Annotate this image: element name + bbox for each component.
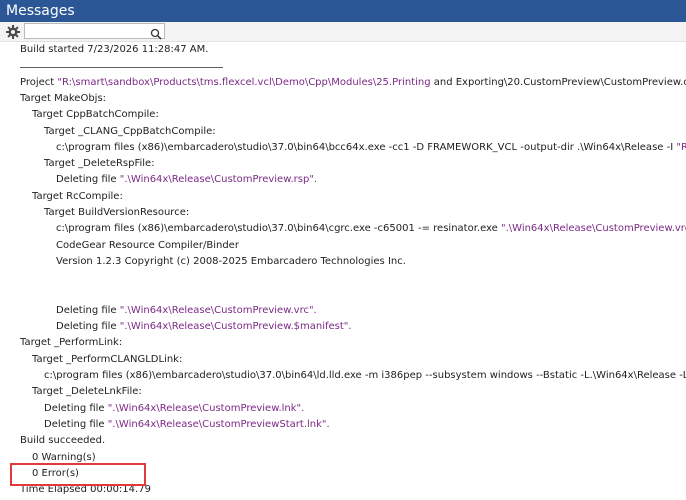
log-text: Build succeeded.: [20, 435, 106, 447]
log-text: and Exporting\20.CustomPreview\CustomPre…: [433, 76, 686, 88]
log-text: c:\program files (x86)\embarcadero\studi…: [44, 370, 686, 381]
log-text: c:\program files (x86)\embarcadero\studi…: [56, 223, 501, 235]
log-line: c:\program files (x86)\embarcadero\studi…: [56, 221, 686, 237]
log-line: c:\program files (x86)\embarcadero\studi…: [44, 368, 686, 384]
log-line: Version 1.2.3 Copyright (c) 2008-2025 Em…: [56, 254, 406, 270]
search-input[interactable]: [27, 24, 147, 38]
log-quoted-text: ".\Win64x\Release\CustomPreview.vrc": [501, 223, 686, 235]
log-line: Deleting file ".\Win64x\Release\CustomPr…: [56, 303, 317, 319]
log-line: Target MakeObjs:: [20, 91, 106, 107]
search-icon[interactable]: [150, 25, 162, 40]
log-line: Deleting file ".\Win64x\Release\CustomPr…: [56, 319, 352, 335]
log-text: Target RcCompile:: [32, 190, 123, 202]
messages-log[interactable]: Build started 7/23/2026 11:28:47 AM. Proj…: [0, 42, 686, 500]
log-text: Target _PerformCLANGLDLink:: [32, 353, 183, 365]
log-text: c:\program files (x86)\embarcadero\studi…: [56, 141, 677, 153]
log-quoted-text: ".\Win64x\Release\CustomPreview.vrc".: [119, 304, 317, 316]
log-line: Target _CLANG_CppBatchCompile:: [44, 124, 216, 140]
window-title: Messages: [0, 0, 686, 22]
log-text: Deleting file: [56, 174, 120, 186]
log-text: Deleting file: [56, 304, 120, 316]
log-text: Version 1.2.3 Copyright (c) 2008-2025 Em…: [56, 255, 406, 267]
log-line: Deleting file ".\Win64x\Release\CustomPr…: [44, 401, 304, 417]
log-line: Project "R:\smart\sandbox\Products\tms.f…: [20, 75, 686, 91]
log-text: Project: [20, 76, 58, 88]
log-line: c:\program files (x86)\embarcadero\studi…: [56, 140, 686, 156]
log-text: 0 Warning(s): [32, 451, 96, 463]
log-divider: [20, 67, 223, 68]
log-text: Build started 7/23/2026 11:28:47 AM.: [20, 44, 209, 55]
log-text: Deleting file: [44, 418, 108, 430]
log-line: CodeGear Resource Compiler/Binder: [56, 238, 239, 254]
log-line: Target _DeleteLnkFile:: [32, 384, 142, 400]
log-quoted-text: ".\Win64x\Release\CustomPreviewStart.lnk…: [107, 418, 330, 430]
search-field[interactable]: [24, 23, 165, 40]
log-text: Target _DeleteRspFile:: [44, 158, 155, 170]
time-elapsed-highlight: [10, 463, 146, 486]
log-line: Deleting file ".\Win64x\Release\CustomPr…: [44, 417, 330, 433]
messages-toolbar: [0, 22, 686, 42]
log-line: Build started 7/23/2026 11:28:47 AM.: [20, 42, 208, 58]
log-text: Target _DeleteLnkFile:: [32, 386, 142, 398]
log-text: Deleting file: [56, 321, 120, 333]
log-text: Target CppBatchCompile:: [32, 109, 159, 121]
log-line: Target BuildVersionResource:: [44, 205, 189, 221]
log-line: Target _DeleteRspFile:: [44, 156, 155, 172]
log-text: Target BuildVersionResource:: [44, 207, 190, 218]
log-quoted-text: "R:\smart\sandbox\Pr: [676, 141, 686, 153]
log-text: CodeGear Resource Compiler/Binder: [56, 239, 239, 251]
log-line: Target _PerformLink:: [20, 335, 122, 351]
log-quoted-text: "R:\smart\sandbox\Products\tms.flexcel.v…: [57, 76, 431, 88]
log-line: Target _PerformCLANGLDLink:: [32, 352, 182, 368]
log-text: Target _CLANG_CppBatchCompile:: [44, 125, 216, 137]
log-line: Build succeeded.: [20, 433, 105, 449]
log-quoted-text: ".\Win64x\Release\CustomPreview.lnk".: [107, 402, 305, 414]
log-line: Target RcCompile:: [32, 189, 123, 205]
log-quoted-text: ".\Win64x\Release\CustomPreview.$manifes…: [119, 321, 352, 333]
log-text: Deleting file: [44, 402, 108, 414]
log-line: Target CppBatchCompile:: [32, 107, 159, 123]
log-text: Target MakeObjs:: [20, 92, 107, 104]
log-text: Target _PerformLink:: [20, 337, 123, 349]
log-quoted-text: ".\Win64x\Release\CustomPreview.rsp".: [119, 174, 318, 186]
gear-icon[interactable]: [5, 24, 21, 40]
log-line: Deleting file ".\Win64x\Release\CustomPr…: [56, 172, 317, 188]
